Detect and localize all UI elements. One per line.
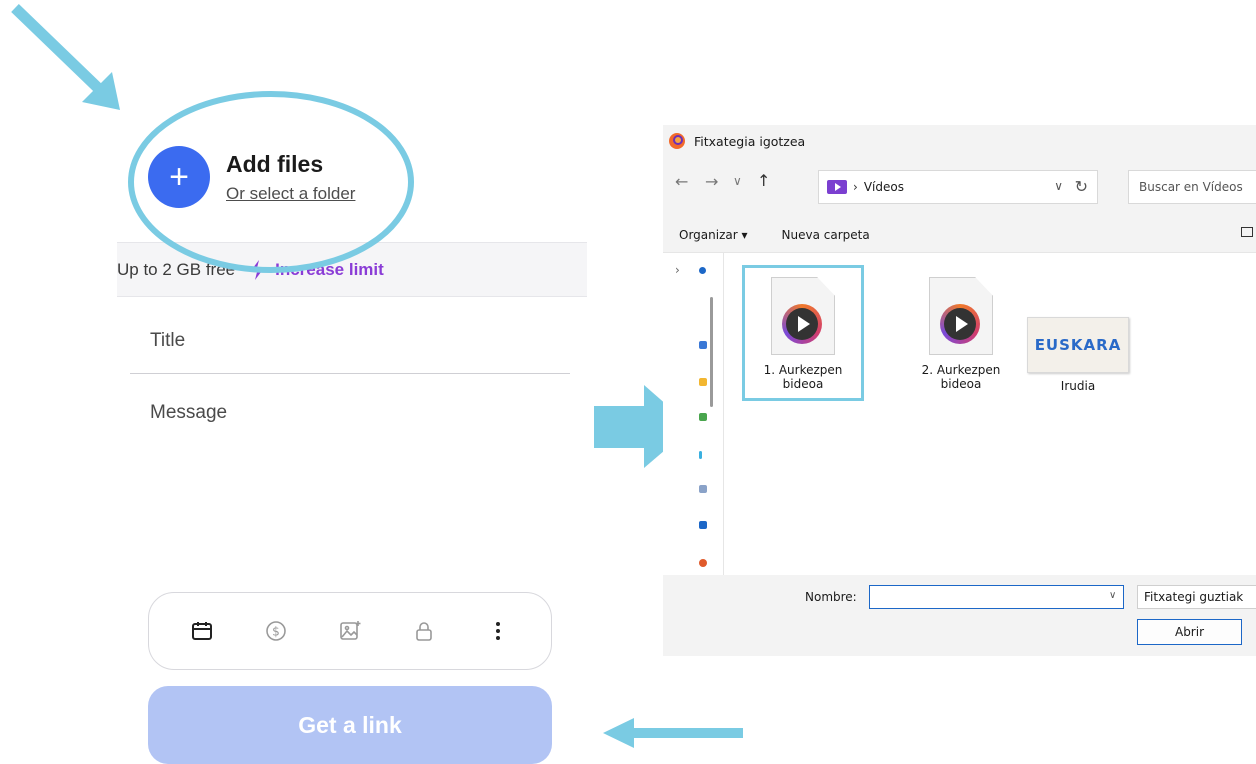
organize-label: Organizar [679,227,738,242]
address-bar[interactable]: › Vídeos ∨ ↻ [818,170,1098,204]
navigation-pane: › [663,253,724,575]
forward-arrow-icon[interactable]: → [705,172,718,191]
breadcrumb-separator-icon: › [853,180,858,194]
search-input[interactable]: Buscar en Vídeos [1128,170,1256,204]
image-thumbnail: EUSKARA [1027,317,1129,373]
filename-label: Nombre: [805,590,857,604]
file-list-pane: 1. Aurkezpen bideoa 2. Aurkezpen bideoa EU… [724,253,1256,575]
dropdown-caret-icon: ▾ [741,227,748,242]
dialog-title: Fitxategia igotzea [694,133,806,149]
address-dropdown-icon[interactable]: ∨ [1054,179,1063,193]
file-name: 2. Aurkezpen bideoa [921,363,1001,391]
downloads-icon[interactable] [699,521,707,529]
desktop-icon[interactable] [699,341,707,349]
view-options-icon[interactable] [1241,227,1253,237]
open-button[interactable]: Abrir [1137,619,1242,645]
documents-icon[interactable] [699,485,707,493]
filename-input[interactable] [869,585,1124,609]
back-arrow-icon[interactable]: ← [675,172,688,191]
file-item[interactable]: 1. Aurkezpen bideoa [742,265,864,401]
dialog-titlebar: Fitxategia igotzea [663,125,1256,157]
new-folder-button[interactable]: Nueva carpeta [782,228,870,242]
music-icon[interactable] [699,559,707,567]
firefox-icon [669,133,685,149]
file-open-dialog: Fitxategia igotzea ← → ∨ ↑ › Vídeos ∨ ↻ … [663,125,1256,656]
filename-dropdown-icon[interactable]: ∨ [1109,590,1116,601]
diagonal-arrow-icon [11,4,120,110]
address-folder-label[interactable]: Vídeos [864,180,904,194]
search-placeholder: Buscar en Vídeos [1139,180,1243,194]
quick-access-icon[interactable] [699,267,706,274]
recent-locations-chevron-icon[interactable]: ∨ [733,174,742,188]
file-name: 1. Aurkezpen bideoa [763,363,843,391]
left-arrow-icon [603,718,743,748]
network-icon[interactable] [699,451,702,459]
image-thumb-text: EUSKARA [1034,336,1122,354]
filetype-select[interactable]: Fitxategi guztiak [1137,585,1256,609]
filetype-value: Fitxategi guztiak [1144,590,1244,604]
video-file-icon [771,277,835,355]
folder-icon[interactable] [699,378,707,386]
highlight-circle [128,91,414,273]
video-file-icon [929,277,993,355]
file-name: Irudia [1060,379,1096,393]
dialog-navbar: ← → ∨ ↑ › Vídeos ∨ ↻ Buscar en Vídeos [663,157,1256,217]
refresh-icon[interactable]: ↻ [1075,177,1088,196]
expand-chevron-icon[interactable]: › [675,263,680,277]
organize-button[interactable]: Organizar ▾ [679,228,748,242]
up-arrow-icon[interactable]: ↑ [757,171,770,190]
videos-folder-icon [827,180,847,194]
file-item[interactable]: 2. Aurkezpen bideoa [900,265,1022,391]
drive-icon[interactable] [699,413,707,421]
file-item[interactable]: EUSKARA Irudia [1017,265,1139,393]
navigation-scrollbar[interactable] [710,297,713,407]
dialog-toolbar: Organizar ▾ Nueva carpeta [663,217,1256,253]
dialog-footer: Nombre: ∨ Fitxategi guztiak Abrir [663,575,1256,656]
